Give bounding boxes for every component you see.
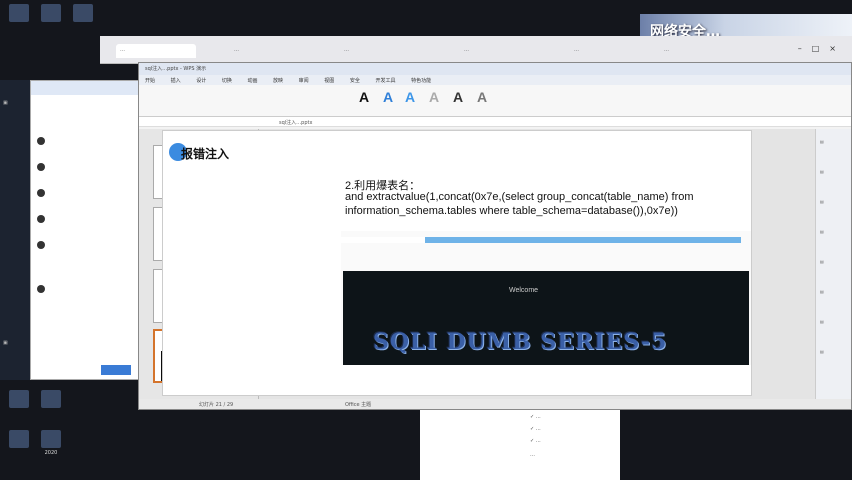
app-icon <box>41 4 61 22</box>
browser-tab[interactable]: … <box>230 44 310 58</box>
option-item[interactable]: … <box>530 452 535 458</box>
font-style-button[interactable]: A <box>477 89 487 105</box>
sqli-logo: SQLI DUMB SERIES-5 <box>373 329 668 355</box>
app-icon <box>41 390 61 408</box>
chat-item[interactable] <box>37 241 48 249</box>
chat-item[interactable] <box>37 285 48 293</box>
tool-icon[interactable]: ▤ <box>820 139 848 144</box>
font-style-button[interactable]: A <box>453 89 463 105</box>
option-item[interactable]: ✓ … <box>530 414 541 420</box>
sqli-page: Welcome SQLI DUMB SERIES-5 <box>343 271 749 365</box>
menu-item[interactable]: 插入 <box>171 78 181 84</box>
app-icon <box>73 4 93 22</box>
avatar <box>37 189 45 197</box>
avatar <box>37 285 45 293</box>
desktop-icon-2[interactable] <box>36 4 66 24</box>
slide-title: 报错注入 <box>181 147 230 161</box>
menu-bar: 开始 插入 设计 切换 动画 放映 审阅 视图 安全 开发工具 特色功能 <box>139 75 851 85</box>
theme-name: Office 主题 <box>345 402 372 408</box>
desktop-icon-3[interactable] <box>68 4 98 24</box>
welcome-text: Welcome <box>509 287 539 294</box>
browser-tab[interactable]: … <box>116 44 196 58</box>
desktop-icon-7[interactable]: 2020 <box>36 430 66 456</box>
desktop-icon-6[interactable] <box>4 430 34 450</box>
chat-panel <box>30 80 140 380</box>
menu-item[interactable]: 放映 <box>273 78 283 84</box>
url-bar <box>341 237 741 243</box>
slide-counter: 幻灯片 21 / 29 <box>199 402 234 408</box>
slide-text-line: information_schema.tables where table_sc… <box>345 205 678 217</box>
desktop-icon-4[interactable] <box>4 390 34 410</box>
option-item[interactable]: ✓ … <box>530 438 541 444</box>
tool-icon[interactable]: ▤ <box>820 289 848 294</box>
font-style-button[interactable]: A <box>383 89 393 105</box>
menu-item[interactable]: 审阅 <box>299 78 309 84</box>
font-style-button[interactable]: A <box>359 89 369 105</box>
avatar <box>37 241 45 249</box>
sidebar-icon[interactable]: ▣ <box>3 340 8 346</box>
tool-icon[interactable]: ▤ <box>820 199 848 204</box>
close-icon[interactable]: × <box>829 44 846 53</box>
tool-icon[interactable]: ▤ <box>820 319 848 324</box>
app-icon <box>41 430 61 448</box>
taskbar-date: 2020 <box>44 450 58 456</box>
tool-icon[interactable]: ▤ <box>820 259 848 264</box>
menu-item[interactable]: 特色功能 <box>411 78 431 84</box>
chat-item[interactable] <box>37 163 48 171</box>
chat-item[interactable] <box>37 215 48 223</box>
menu-item[interactable]: 切换 <box>222 78 232 84</box>
app-icon <box>9 4 29 22</box>
tool-icon[interactable]: ▤ <box>820 229 848 234</box>
slide-text-line: and extractvalue(1,concat(0x7e,(select g… <box>345 191 694 203</box>
browser-tab-bar: … … … … … … –□× <box>100 36 852 64</box>
browser-tab[interactable]: … <box>660 44 740 58</box>
window-controls[interactable]: –□× <box>798 44 846 53</box>
menu-item[interactable]: 开发工具 <box>375 78 395 84</box>
window-title: sql注入…pptx - WPS 演示 <box>139 63 851 75</box>
font-style-button[interactable]: A <box>429 89 439 105</box>
menu-item[interactable]: 设计 <box>196 78 206 84</box>
app-icon <box>9 390 29 408</box>
menu-item[interactable]: 视图 <box>324 78 334 84</box>
avatar <box>37 215 45 223</box>
desktop-icon-5[interactable] <box>36 390 66 410</box>
send-button[interactable] <box>101 365 131 375</box>
document-path: sql注入…pptx <box>139 117 851 127</box>
current-slide: 报错注入 2.利用爆表名： and extractvalue(1,concat(… <box>162 130 752 396</box>
app-icon <box>9 430 29 448</box>
right-tool-pane: ▤ ▤ ▤ ▤ ▤ ▤ ▤ ▤ <box>815 129 851 399</box>
sidebar-icon[interactable]: ▣ <box>3 100 8 106</box>
avatar <box>37 163 45 171</box>
option-item[interactable]: ✓ … <box>530 426 541 432</box>
browser-tab[interactable]: … <box>340 44 420 58</box>
embedded-screenshot: Welcome SQLI DUMB SERIES-5 <box>341 231 751 365</box>
status-bar: 幻灯片 21 / 29 Office 主题 <box>139 399 851 409</box>
browser-tab[interactable]: … <box>570 44 630 58</box>
chat-item[interactable] <box>37 137 48 145</box>
font-style-button[interactable]: A <box>405 89 415 105</box>
menu-item[interactable]: 动画 <box>247 78 257 84</box>
menu-item[interactable]: 安全 <box>350 78 360 84</box>
left-sidebar: ▣ ▣ <box>0 80 30 380</box>
browser-tab[interactable]: … <box>460 44 540 58</box>
chat-item[interactable] <box>37 189 48 197</box>
avatar <box>37 137 45 145</box>
ribbon-toolbar: A A A A A A <box>139 85 851 117</box>
chat-header <box>31 81 139 95</box>
desktop-icon-1[interactable] <box>4 4 34 24</box>
tool-icon[interactable]: ▤ <box>820 169 848 174</box>
minimize-icon[interactable]: – <box>798 44 812 53</box>
menu-item[interactable]: 开始 <box>145 78 155 84</box>
tool-icon[interactable]: ▤ <box>820 349 848 354</box>
bottom-options-panel: ✓ … ✓ … ✓ … … <box>420 410 620 480</box>
url-highlight <box>425 237 741 243</box>
maximize-icon[interactable]: □ <box>812 44 830 53</box>
